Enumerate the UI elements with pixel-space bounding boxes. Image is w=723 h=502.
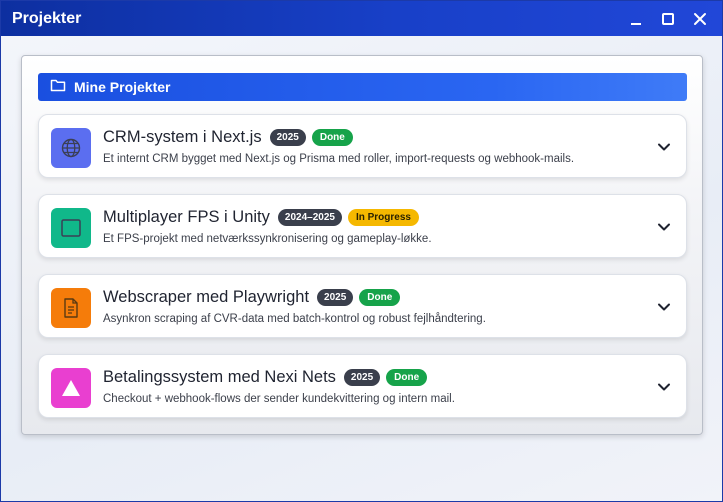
globe-icon [51,128,91,168]
card-title-row: CRM-system i Next.js 2025 Done [103,128,353,147]
panel-header: Mine Projekter [38,73,687,101]
chevron-down-icon[interactable] [656,379,672,395]
folder-icon [50,78,66,97]
status-badge: Done [386,369,428,386]
panel-title: Mine Projekter [74,79,171,95]
year-badge: 2025 [343,369,381,386]
app-window: Projekter Mine Projekter CRM-system i Ne… [0,0,723,502]
chevron-down-icon[interactable] [656,219,672,235]
chevron-down-icon[interactable] [656,299,672,315]
project-card-fps[interactable]: Multiplayer FPS i Unity 2024–2025 In Pro… [38,194,687,258]
close-icon[interactable] [692,11,708,27]
document-icon [51,288,91,328]
window-title: Projekter [12,9,82,27]
status-badge: Done [359,289,401,306]
window-controls [628,1,708,36]
project-title: Webscraper med Playwright [103,288,310,306]
project-description: Et internt CRM bygget med Next.js og Pri… [103,153,575,165]
title-bar[interactable]: Projekter [1,1,722,36]
project-title: CRM-system i Next.js [103,128,262,146]
project-card-crm[interactable]: CRM-system i Next.js 2025 Done Et intern… [38,114,687,178]
status-badge: Done [311,129,353,146]
minimize-icon[interactable] [628,11,644,27]
chevron-down-icon[interactable] [656,139,672,155]
project-description: Asynkron scraping af CVR-data med batch-… [103,313,486,325]
project-title: Betalingssystem med Nexi Nets [103,368,336,386]
project-title: Multiplayer FPS i Unity [103,208,270,226]
year-badge: 2025 [317,289,354,306]
triangle-icon [51,368,91,408]
card-title-row: Betalingssystem med Nexi Nets 2025 Done [103,368,428,387]
project-description: Checkout + webhook-flows der sender kund… [103,393,455,405]
card-title-row: Webscraper med Playwright 2025 Done [103,288,401,307]
window-icon [51,208,91,248]
project-card-webscraper[interactable]: Webscraper med Playwright 2025 Done Asyn… [38,274,687,338]
year-badge: 2024–2025 [277,209,342,226]
project-card-payment[interactable]: Betalingssystem med Nexi Nets 2025 Done … [38,354,687,418]
projects-panel: Mine Projekter CRM-system i Next.js 2025… [21,55,703,435]
maximize-icon[interactable] [660,11,676,27]
status-badge: In Progress [347,209,419,226]
project-description: Et FPS-projekt med netværkssynkroniserin… [103,233,432,245]
year-badge: 2025 [269,129,306,146]
card-title-row: Multiplayer FPS i Unity 2024–2025 In Pro… [103,208,419,227]
